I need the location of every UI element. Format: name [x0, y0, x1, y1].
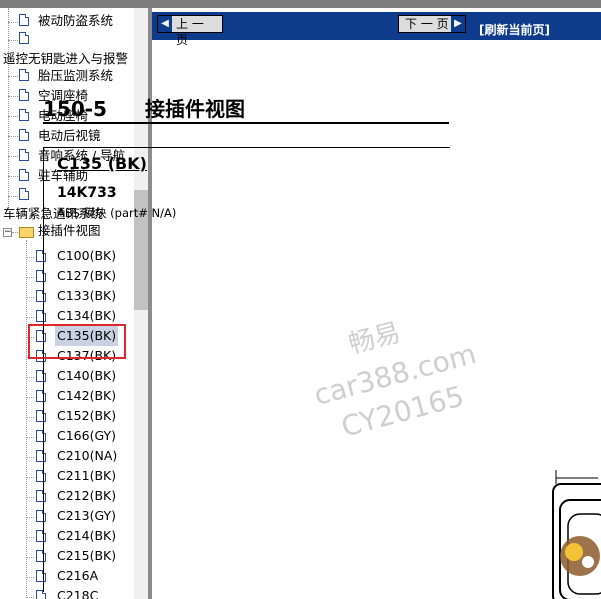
tree-branch-line [12, 232, 18, 233]
tree-branch-line [8, 40, 18, 41]
tree-branch-line [8, 176, 18, 177]
tree-branch-line [8, 156, 18, 157]
document-icon [19, 14, 29, 26]
tree-guide-line [8, 8, 9, 208]
document-icon [19, 129, 29, 141]
arrow-right-icon: ▶ [451, 16, 465, 32]
tree-branch-line [8, 96, 18, 97]
tree-branch-line [26, 417, 34, 418]
section-title: 接插件视图 [144, 97, 245, 121]
tree-item-anti-theft[interactable]: 被动防盗系统 [38, 11, 113, 31]
refresh-page-link[interactable]: [刷新当前页] [479, 21, 550, 38]
tree-guide-line [26, 240, 27, 599]
page-title: 150-5 接插件视图 [43, 93, 245, 122]
tree-branch-line [26, 257, 34, 258]
tree-branch-line [26, 437, 34, 438]
tree-branch-line [26, 377, 34, 378]
document-icon[interactable] [19, 188, 29, 200]
tree-branch-line [8, 116, 18, 117]
tree-branch-line [26, 577, 34, 578]
page-nav-bar: ◀ 上 一 页 下 一 页 ▶ [刷新当前页] [152, 12, 601, 47]
document-icon [19, 89, 29, 101]
title-underline [43, 122, 449, 124]
folder-open-icon [19, 227, 34, 238]
collapse-toggle-icon[interactable]: − [3, 228, 12, 237]
tree-branch-line [8, 76, 18, 77]
part-number: 14K733 [57, 185, 117, 201]
connector-diagram [552, 470, 601, 599]
document-icon [19, 149, 29, 161]
document-icon [19, 169, 29, 181]
document-icon[interactable] [19, 32, 29, 44]
tree-branch-line [26, 457, 34, 458]
tree-branch-line [8, 136, 18, 137]
tree-branch-line [26, 277, 34, 278]
next-page-label: 下 一 页 [405, 17, 449, 31]
tree-branch-line [26, 317, 34, 318]
tree-branch-line [8, 196, 18, 197]
tree-branch-line [26, 557, 34, 558]
next-page-button[interactable]: 下 一 页 ▶ [398, 15, 466, 33]
tree-item-tpms[interactable]: 胎压监测系统 [38, 66, 113, 86]
tree-branch-line [8, 22, 18, 23]
tree-branch-line [26, 597, 34, 598]
document-icon [19, 69, 29, 81]
tree-branch-line [26, 477, 34, 478]
prev-page-button[interactable]: ◀ 上 一 页 [157, 15, 223, 47]
tree-item-power-mirrors[interactable]: 电动后视镜 [38, 126, 101, 146]
tree-branch-line [26, 537, 34, 538]
connector-description: ABS 模块 (part# N/A) [57, 206, 177, 220]
tree-branch-line [26, 517, 34, 518]
tree-branch-line [26, 397, 34, 398]
document-icon [19, 109, 29, 121]
section-number: 150-5 [43, 97, 107, 121]
connector-name: C135 (BK) [57, 154, 147, 173]
window-top-bar [0, 0, 601, 8]
arrow-left-icon: ◀ [158, 16, 172, 32]
tree-branch-line [26, 297, 34, 298]
tree-branch-line [26, 497, 34, 498]
